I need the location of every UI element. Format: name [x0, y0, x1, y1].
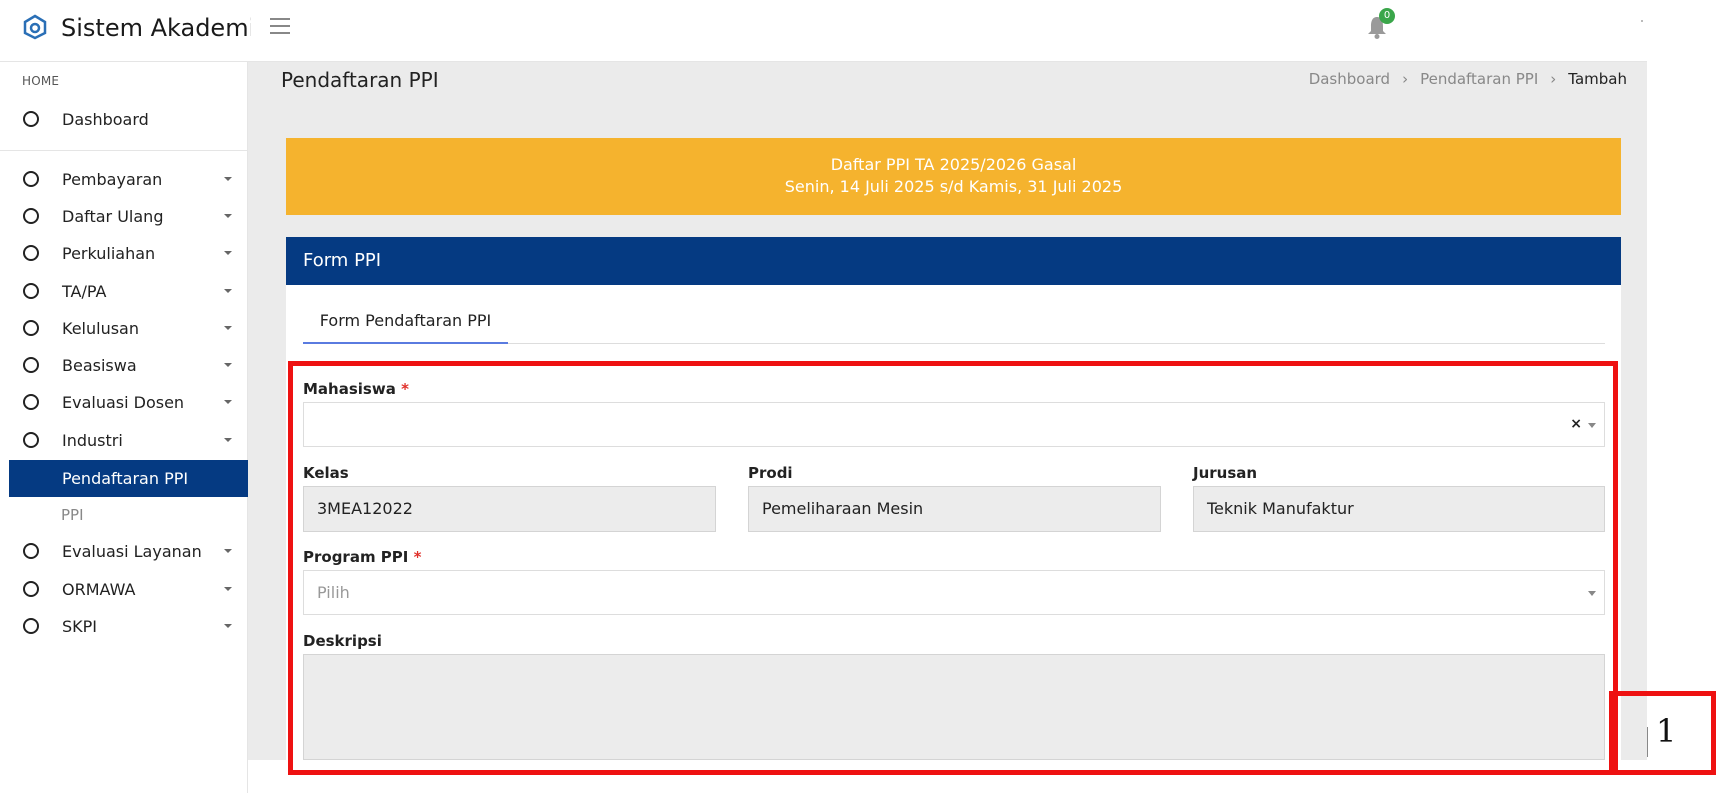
- circle-icon: [23, 357, 39, 373]
- circle-icon: [23, 543, 39, 559]
- required-mark: *: [401, 380, 409, 398]
- sidebar-subitem-ppi[interactable]: PPI: [61, 506, 84, 524]
- notification-count-badge: 0: [1379, 8, 1395, 24]
- sidebar-item-label: Evaluasi Dosen: [62, 393, 185, 412]
- sidebar-item-evaluasi-layanan[interactable]: Evaluasi Layanan: [0, 534, 248, 571]
- app-logo-icon: [23, 14, 47, 40]
- breadcrumb-current: Tambah: [1568, 70, 1627, 88]
- caret-down-icon: [224, 326, 232, 330]
- sidebar-item-pendaftaran-ppi[interactable]: Pendaftaran PPI: [9, 460, 248, 497]
- deskripsi-textarea[interactable]: [303, 654, 1605, 760]
- chevron-right-icon: ›: [1550, 70, 1557, 88]
- caret-down-icon: [224, 438, 232, 442]
- sidebar-item-skpi[interactable]: SKPI: [0, 609, 248, 646]
- app-title: Sistem Akademik: [61, 14, 251, 42]
- sidebar-item-industri[interactable]: Industri: [0, 423, 248, 460]
- jurusan-field: Teknik Manufaktur: [1193, 486, 1605, 532]
- sidebar-section-home: HOME: [22, 74, 60, 88]
- sidebar-item-label: SKPI: [62, 617, 98, 636]
- jurusan-label: Jurusan: [1193, 464, 1258, 482]
- caret-down-icon: [224, 289, 232, 293]
- sidebar-item-label: Pendaftaran PPI: [62, 469, 189, 488]
- prodi-label: Prodi: [748, 464, 793, 482]
- kelas-label: Kelas: [303, 464, 349, 482]
- sidebar-item-label: Kelulusan: [62, 319, 139, 338]
- breadcrumb-dashboard[interactable]: Dashboard: [1309, 70, 1390, 88]
- circle-icon: [23, 245, 39, 261]
- sidebar-item-label: Dashboard: [62, 110, 149, 129]
- sidebar: HOME Dashboard Pembayaran Daftar Ulang P…: [0, 62, 248, 793]
- circle-icon: [23, 394, 39, 410]
- circle-icon: [23, 581, 39, 597]
- caret-down-icon: [224, 214, 232, 218]
- chevron-down-icon: [1588, 591, 1596, 596]
- program-ppi-placeholder: Pilih: [317, 583, 350, 602]
- sidebar-item-ta-pa[interactable]: TA/PA: [0, 274, 248, 311]
- mahasiswa-select[interactable]: ×: [303, 402, 1605, 447]
- program-ppi-label: Program PPI *: [303, 548, 422, 566]
- registration-period-alert: Daftar PPI TA 2025/2026 Gasal Senin, 14 …: [286, 138, 1621, 215]
- sidebar-item-label: Beasiswa: [62, 356, 137, 375]
- caret-down-icon: [224, 587, 232, 591]
- form-card: Form PPI Form Pendaftaran PPI Mahasiswa …: [286, 237, 1621, 760]
- sidebar-item-label: Perkuliahan: [62, 244, 156, 263]
- circle-icon: [23, 618, 39, 634]
- circle-icon: [23, 283, 39, 299]
- circle-icon: [23, 432, 39, 448]
- program-ppi-select[interactable]: Pilih: [303, 570, 1605, 615]
- main-content: Pendaftaran PPI Dashboard › Pendaftaran PP…: [248, 62, 1647, 760]
- tab-form-pendaftaran-ppi[interactable]: Form Pendaftaran PPI: [303, 303, 508, 344]
- caret-down-icon: [224, 251, 232, 255]
- chevron-down-icon: [1588, 423, 1596, 428]
- kelas-field: 3MEA12022: [303, 486, 716, 532]
- circle-icon: [23, 171, 39, 187]
- top-navbar: Sistem Akademik 0: [0, 0, 1647, 62]
- sidebar-item-label: Daftar Ulang: [62, 207, 164, 226]
- caret-down-icon: [224, 400, 232, 404]
- sidebar-item-label: TA/PA: [62, 282, 107, 301]
- clear-selection-icon[interactable]: ×: [1570, 416, 1582, 432]
- required-mark: *: [413, 548, 422, 566]
- breadcrumb-pendaftaran-ppi[interactable]: Pendaftaran PPI: [1420, 70, 1538, 88]
- card-title: Form PPI: [286, 237, 1621, 285]
- sidebar-item-daftar-ulang[interactable]: Daftar Ulang: [0, 199, 248, 236]
- caret-down-icon: [224, 363, 232, 367]
- sidebar-item-perkuliahan[interactable]: Perkuliahan: [0, 236, 248, 273]
- menu-toggle-icon[interactable]: [270, 18, 290, 34]
- user-menu-dot[interactable]: [1641, 20, 1643, 22]
- sidebar-item-pembayaran[interactable]: Pembayaran: [0, 162, 248, 199]
- prodi-field: Pemeliharaan Mesin: [748, 486, 1161, 532]
- page-title: Pendaftaran PPI: [281, 68, 439, 92]
- sidebar-divider: [0, 150, 248, 151]
- deskripsi-label: Deskripsi: [303, 632, 382, 650]
- sidebar-item-ormawa[interactable]: ORMAWA: [0, 572, 248, 609]
- alert-date-range: Senin, 14 Juli 2025 s/d Kamis, 31 Juli 2…: [784, 177, 1123, 196]
- breadcrumb: Dashboard › Pendaftaran PPI › Tambah: [1309, 70, 1627, 88]
- mahasiswa-label: Mahasiswa *: [303, 380, 409, 398]
- caret-down-icon: [224, 549, 232, 553]
- sidebar-item-label: Pembayaran: [62, 170, 163, 189]
- sidebar-item-beasiswa[interactable]: Beasiswa: [0, 348, 248, 385]
- sidebar-item-label: Industri: [62, 431, 123, 450]
- sidebar-item-label: Evaluasi Layanan: [62, 542, 202, 561]
- resize-handle: [1647, 727, 1648, 757]
- sidebar-item-kelulusan[interactable]: Kelulusan: [0, 311, 248, 348]
- chevron-right-icon: ›: [1402, 70, 1409, 88]
- circle-icon: [23, 320, 39, 336]
- sidebar-item-evaluasi-dosen[interactable]: Evaluasi Dosen: [0, 385, 248, 422]
- circle-icon: [23, 208, 39, 224]
- circle-icon: [23, 111, 39, 127]
- form-tabs: Form Pendaftaran PPI: [303, 303, 1605, 344]
- sidebar-item-label: ORMAWA: [62, 580, 136, 599]
- caret-down-icon: [224, 177, 232, 181]
- sidebar-item-dashboard[interactable]: Dashboard: [0, 102, 248, 139]
- annotation-number: 1: [1656, 712, 1677, 750]
- caret-down-icon: [224, 624, 232, 628]
- alert-title: Daftar PPI TA 2025/2026 Gasal: [830, 155, 1077, 174]
